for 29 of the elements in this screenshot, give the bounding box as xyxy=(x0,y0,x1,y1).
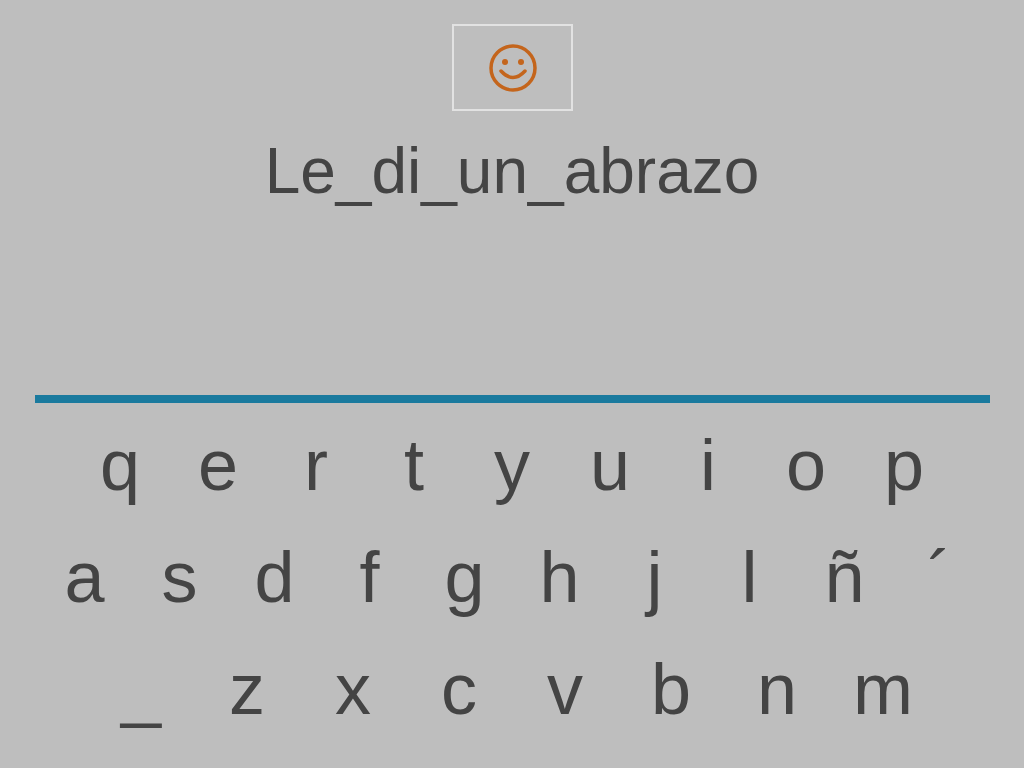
key-button[interactable]: g xyxy=(417,527,512,627)
key-button[interactable]: a xyxy=(37,527,132,627)
smiley-icon xyxy=(486,41,539,94)
key-button[interactable]: d xyxy=(227,527,322,627)
key-button[interactable]: h xyxy=(512,527,607,627)
key-button[interactable]: l xyxy=(702,527,797,627)
key-button[interactable]: ´ xyxy=(892,527,987,627)
key-button[interactable]: b xyxy=(618,639,724,739)
key-button[interactable]: y xyxy=(463,415,561,515)
key-button[interactable]: o xyxy=(757,415,855,515)
key-button[interactable]: m xyxy=(830,639,936,739)
key-button[interactable]: u xyxy=(561,415,659,515)
key-button[interactable]: j xyxy=(607,527,702,627)
key-button[interactable]: v xyxy=(512,639,618,739)
smiley-box[interactable] xyxy=(452,24,573,111)
key-button[interactable]: z xyxy=(194,639,300,739)
key-button[interactable]: e xyxy=(169,415,267,515)
key-button[interactable]: q xyxy=(71,415,169,515)
key-button[interactable]: p xyxy=(855,415,953,515)
key-button[interactable]: r xyxy=(267,415,365,515)
key-button[interactable]: x xyxy=(300,639,406,739)
key-button[interactable]: f xyxy=(322,527,417,627)
key-button[interactable]: ñ xyxy=(797,527,892,627)
key-button[interactable]: i xyxy=(659,415,757,515)
key-button[interactable]: s xyxy=(132,527,227,627)
key-button[interactable]: _ xyxy=(88,639,194,739)
key-button[interactable]: n xyxy=(724,639,830,739)
key-button[interactable]: t xyxy=(365,415,463,515)
key-button[interactable]: c xyxy=(406,639,512,739)
